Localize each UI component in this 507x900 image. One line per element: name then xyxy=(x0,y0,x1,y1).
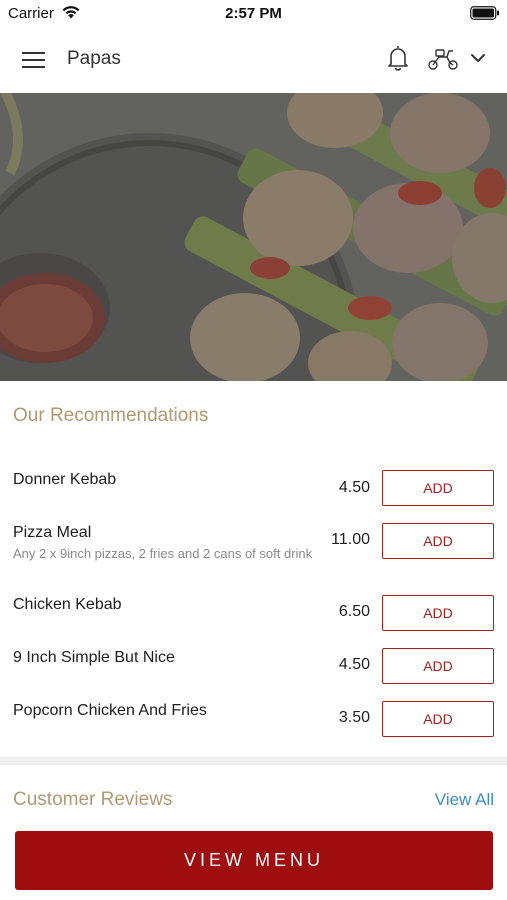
reviews-title: Customer Reviews xyxy=(13,789,173,810)
item-name: Chicken Kebab xyxy=(13,596,122,613)
item-price: 6.50 xyxy=(338,603,370,620)
battery-icon xyxy=(470,6,499,20)
item-name: Popcorn Chicken And Fries xyxy=(13,702,207,719)
page-title: Papas xyxy=(67,48,121,69)
app-header: Papas xyxy=(0,28,507,92)
item-price: 3.50 xyxy=(338,709,370,726)
status-bar: Carrier 2:57 PM xyxy=(0,0,507,28)
add-button[interactable]: ADD xyxy=(382,701,494,737)
section-divider xyxy=(0,757,507,765)
chevron-down-icon[interactable] xyxy=(470,52,486,64)
view-all-link[interactable]: View All xyxy=(435,790,494,810)
recommendations-title: Our Recommendations xyxy=(13,405,209,426)
kebab-photo xyxy=(0,93,507,381)
status-time: 2:57 PM xyxy=(225,5,282,22)
item-price: 4.50 xyxy=(338,479,370,496)
add-button[interactable]: ADD xyxy=(382,595,494,631)
add-button[interactable]: ADD xyxy=(382,523,494,559)
item-name: Pizza Meal xyxy=(13,524,92,541)
bell-icon[interactable] xyxy=(386,44,410,72)
add-button[interactable]: ADD xyxy=(382,648,494,684)
item-price: 11.00 xyxy=(331,531,370,548)
item-description: Any 2 x 9inch pizzas, 2 fries and 2 cans… xyxy=(13,546,313,561)
view-menu-button[interactable]: VIEW MENU xyxy=(15,831,493,890)
item-name: Donner Kebab xyxy=(13,471,117,488)
item-name: 9 Inch Simple But Nice xyxy=(13,649,175,666)
hero-image xyxy=(0,93,507,381)
add-button[interactable]: ADD xyxy=(382,470,494,506)
scooter-icon[interactable] xyxy=(427,47,459,71)
item-price: 4.50 xyxy=(338,656,370,673)
menu-icon[interactable] xyxy=(22,50,46,70)
